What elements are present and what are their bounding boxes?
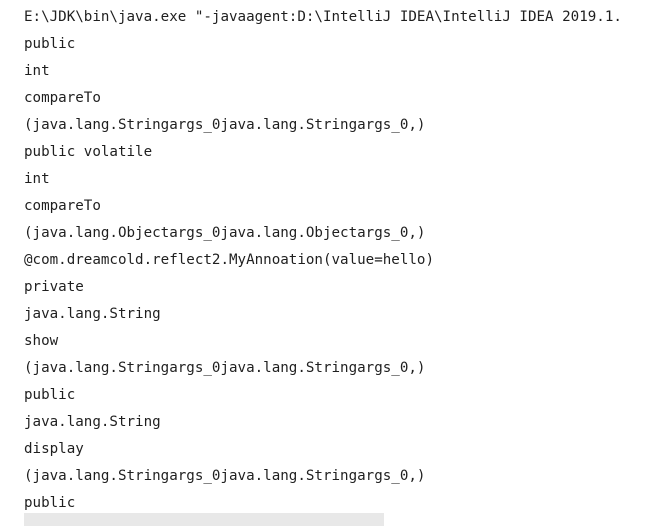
console-line: @com.dreamcold.reflect2.MyAnnoation(valu… (24, 252, 434, 268)
console-line: display (24, 441, 84, 457)
console-line: java.lang.String (24, 414, 161, 430)
console-line: (java.lang.Objectargs_0java.lang.Objecta… (24, 225, 426, 241)
run-console-output[interactable]: E:\JDK\bin\java.exe "-javaagent:D:\Intel… (0, 0, 651, 526)
console-lines: E:\JDK\bin\java.exe "-javaagent:D:\Intel… (24, 4, 651, 517)
console-line: int (24, 171, 50, 187)
console-line: java.lang.String (24, 306, 161, 322)
console-command-line: E:\JDK\bin\java.exe "-javaagent:D:\Intel… (24, 9, 622, 25)
console-line: int (24, 63, 50, 79)
console-line: private (24, 279, 84, 295)
console-line: public (24, 387, 76, 403)
console-line: public (24, 36, 76, 52)
console-line: compareTo (24, 198, 101, 214)
console-gutter (0, 0, 22, 526)
horizontal-scrollbar[interactable] (24, 513, 384, 526)
console-line: public volatile (24, 144, 153, 160)
console-line: (java.lang.Stringargs_0java.lang.Stringa… (24, 468, 426, 484)
console-line: compareTo (24, 90, 101, 106)
console-line: show (24, 333, 59, 349)
console-line: (java.lang.Stringargs_0java.lang.Stringa… (24, 117, 426, 133)
console-line: (java.lang.Stringargs_0java.lang.Stringa… (24, 360, 426, 376)
